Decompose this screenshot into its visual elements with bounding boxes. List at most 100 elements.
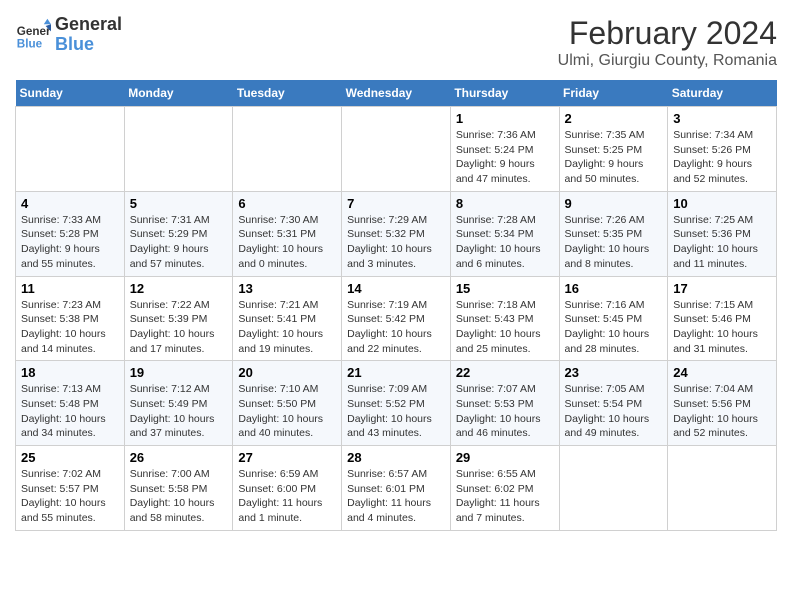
day-info: Sunrise: 7:18 AMSunset: 5:43 PMDaylight:… xyxy=(456,298,554,357)
calendar-week-row: 25 Sunrise: 7:02 AMSunset: 5:57 PMDayligh… xyxy=(16,446,777,531)
calendar-cell: 15 Sunrise: 7:18 AMSunset: 5:43 PMDayligh… xyxy=(450,276,559,361)
calendar-cell: 12 Sunrise: 7:22 AMSunset: 5:39 PMDayligh… xyxy=(124,276,233,361)
day-info: Sunrise: 7:09 AMSunset: 5:52 PMDaylight:… xyxy=(347,382,445,441)
day-number: 15 xyxy=(456,281,554,296)
calendar-cell xyxy=(16,107,125,192)
day-info: Sunrise: 7:28 AMSunset: 5:34 PMDaylight:… xyxy=(456,213,554,272)
day-info: Sunrise: 7:25 AMSunset: 5:36 PMDaylight:… xyxy=(673,213,771,272)
day-info: Sunrise: 7:05 AMSunset: 5:54 PMDaylight:… xyxy=(565,382,663,441)
day-number: 3 xyxy=(673,111,771,126)
day-number: 8 xyxy=(456,196,554,211)
day-number: 10 xyxy=(673,196,771,211)
day-number: 29 xyxy=(456,450,554,465)
calendar-cell: 7 Sunrise: 7:29 AMSunset: 5:32 PMDaylight… xyxy=(342,191,451,276)
day-number: 7 xyxy=(347,196,445,211)
day-info: Sunrise: 7:10 AMSunset: 5:50 PMDaylight:… xyxy=(238,382,336,441)
day-number: 28 xyxy=(347,450,445,465)
day-info: Sunrise: 7:19 AMSunset: 5:42 PMDaylight:… xyxy=(347,298,445,357)
day-info: Sunrise: 7:00 AMSunset: 5:58 PMDaylight:… xyxy=(130,467,228,526)
day-number: 2 xyxy=(565,111,663,126)
col-header-saturday: Saturday xyxy=(668,80,777,107)
calendar-week-row: 18Sunrise: 7:13 AMSunset: 5:48 PMDayligh… xyxy=(16,361,777,446)
calendar-subtitle: Ulmi, Giurgiu County, Romania xyxy=(558,52,777,70)
day-info: Sunrise: 7:35 AMSunset: 5:25 PMDaylight:… xyxy=(565,128,663,187)
day-number: 27 xyxy=(238,450,336,465)
day-number: 21 xyxy=(347,365,445,380)
calendar-cell: 24 Sunrise: 7:04 AMSunset: 5:56 PMDayligh… xyxy=(668,361,777,446)
logo-text-general: General xyxy=(55,15,122,35)
logo-text-blue: Blue xyxy=(55,35,122,55)
calendar-week-row: 4 Sunrise: 7:33 AMSunset: 5:28 PMDaylight… xyxy=(16,191,777,276)
col-header-sunday: Sunday xyxy=(16,80,125,107)
calendar-cell: 22Sunrise: 7:07 AMSunset: 5:53 PMDayligh… xyxy=(450,361,559,446)
col-header-wednesday: Wednesday xyxy=(342,80,451,107)
title-section: February 2024 Ulmi, Giurgiu County, Roma… xyxy=(558,15,777,70)
day-number: 1 xyxy=(456,111,554,126)
day-number: 16 xyxy=(565,281,663,296)
svg-text:Blue: Blue xyxy=(17,37,43,50)
day-number: 20 xyxy=(238,365,336,380)
day-info: Sunrise: 7:21 AMSunset: 5:41 PMDaylight:… xyxy=(238,298,336,357)
calendar-cell: 26 Sunrise: 7:00 AMSunset: 5:58 PMDayligh… xyxy=(124,446,233,531)
calendar-week-row: 11Sunrise: 7:23 AMSunset: 5:38 PMDayligh… xyxy=(16,276,777,361)
day-info: Sunrise: 7:16 AMSunset: 5:45 PMDaylight:… xyxy=(565,298,663,357)
calendar-cell: 25 Sunrise: 7:02 AMSunset: 5:57 PMDayligh… xyxy=(16,446,125,531)
calendar-cell: 20 Sunrise: 7:10 AMSunset: 5:50 PMDayligh… xyxy=(233,361,342,446)
day-number: 14 xyxy=(347,281,445,296)
day-number: 17 xyxy=(673,281,771,296)
calendar-table: SundayMondayTuesdayWednesdayThursdayFrid… xyxy=(15,80,777,531)
calendar-cell: 9 Sunrise: 7:26 AMSunset: 5:35 PMDaylight… xyxy=(559,191,668,276)
calendar-cell: 13 Sunrise: 7:21 AMSunset: 5:41 PMDayligh… xyxy=(233,276,342,361)
page-header: General Blue General Blue February 2024 … xyxy=(15,15,777,70)
day-info: Sunrise: 7:07 AMSunset: 5:53 PMDaylight:… xyxy=(456,382,554,441)
day-info: Sunrise: 7:15 AMSunset: 5:46 PMDaylight:… xyxy=(673,298,771,357)
calendar-cell: 29 Sunrise: 6:55 AMSunset: 6:02 PMDayligh… xyxy=(450,446,559,531)
calendar-cell: 1Sunrise: 7:36 AMSunset: 5:24 PMDaylight… xyxy=(450,107,559,192)
svg-text:General: General xyxy=(17,25,51,38)
day-info: Sunrise: 6:55 AMSunset: 6:02 PMDaylight:… xyxy=(456,467,554,526)
day-number: 11 xyxy=(21,281,119,296)
day-info: Sunrise: 6:57 AMSunset: 6:01 PMDaylight:… xyxy=(347,467,445,526)
day-info: Sunrise: 7:12 AMSunset: 5:49 PMDaylight:… xyxy=(130,382,228,441)
calendar-cell: 11Sunrise: 7:23 AMSunset: 5:38 PMDayligh… xyxy=(16,276,125,361)
calendar-cell xyxy=(559,446,668,531)
day-info: Sunrise: 7:30 AMSunset: 5:31 PMDaylight:… xyxy=(238,213,336,272)
day-number: 6 xyxy=(238,196,336,211)
day-info: Sunrise: 7:04 AMSunset: 5:56 PMDaylight:… xyxy=(673,382,771,441)
calendar-week-row: 1Sunrise: 7:36 AMSunset: 5:24 PMDaylight… xyxy=(16,107,777,192)
calendar-cell: 18Sunrise: 7:13 AMSunset: 5:48 PMDayligh… xyxy=(16,361,125,446)
day-info: Sunrise: 7:26 AMSunset: 5:35 PMDaylight:… xyxy=(565,213,663,272)
calendar-cell: 5Sunrise: 7:31 AMSunset: 5:29 PMDaylight… xyxy=(124,191,233,276)
calendar-cell: 17 Sunrise: 7:15 AMSunset: 5:46 PMDayligh… xyxy=(668,276,777,361)
calendar-title: February 2024 xyxy=(558,15,777,52)
col-header-thursday: Thursday xyxy=(450,80,559,107)
col-header-tuesday: Tuesday xyxy=(233,80,342,107)
day-number: 24 xyxy=(673,365,771,380)
day-info: Sunrise: 7:22 AMSunset: 5:39 PMDaylight:… xyxy=(130,298,228,357)
day-number: 18 xyxy=(21,365,119,380)
day-number: 9 xyxy=(565,196,663,211)
day-number: 4 xyxy=(21,196,119,211)
calendar-cell: 14 Sunrise: 7:19 AMSunset: 5:42 PMDayligh… xyxy=(342,276,451,361)
header-row: SundayMondayTuesdayWednesdayThursdayFrid… xyxy=(16,80,777,107)
calendar-cell xyxy=(668,446,777,531)
calendar-cell xyxy=(233,107,342,192)
calendar-cell: 28 Sunrise: 6:57 AMSunset: 6:01 PMDayligh… xyxy=(342,446,451,531)
calendar-cell: 8 Sunrise: 7:28 AMSunset: 5:34 PMDaylight… xyxy=(450,191,559,276)
day-info: Sunrise: 7:29 AMSunset: 5:32 PMDaylight:… xyxy=(347,213,445,272)
day-number: 26 xyxy=(130,450,228,465)
day-number: 5 xyxy=(130,196,228,211)
day-number: 12 xyxy=(130,281,228,296)
calendar-cell: 2 Sunrise: 7:35 AMSunset: 5:25 PMDaylight… xyxy=(559,107,668,192)
day-info: Sunrise: 7:34 AMSunset: 5:26 PMDaylight:… xyxy=(673,128,771,187)
day-number: 13 xyxy=(238,281,336,296)
day-info: Sunrise: 7:33 AMSunset: 5:28 PMDaylight:… xyxy=(21,213,119,272)
calendar-cell: 4 Sunrise: 7:33 AMSunset: 5:28 PMDaylight… xyxy=(16,191,125,276)
day-info: Sunrise: 7:02 AMSunset: 5:57 PMDaylight:… xyxy=(21,467,119,526)
day-number: 19 xyxy=(130,365,228,380)
day-number: 25 xyxy=(21,450,119,465)
calendar-cell: 23Sunrise: 7:05 AMSunset: 5:54 PMDayligh… xyxy=(559,361,668,446)
calendar-cell: 16 Sunrise: 7:16 AMSunset: 5:45 PMDayligh… xyxy=(559,276,668,361)
col-header-monday: Monday xyxy=(124,80,233,107)
col-header-friday: Friday xyxy=(559,80,668,107)
